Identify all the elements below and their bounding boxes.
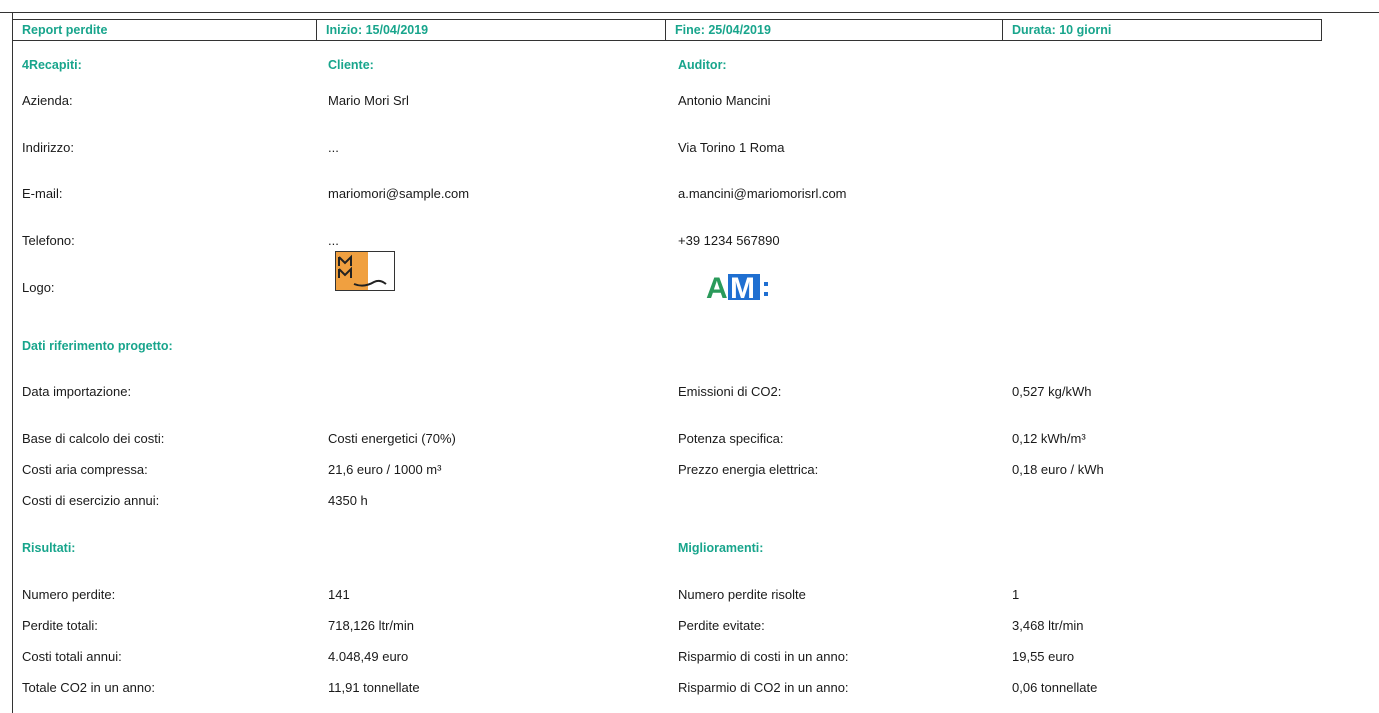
- improvements-label: Perdite evitate:: [678, 618, 765, 633]
- results-value: 141: [328, 587, 350, 602]
- results-label: Costi totali annui:: [22, 649, 122, 664]
- contact-label: Azienda:: [22, 93, 73, 108]
- project-value: 21,6 euro / 1000 m³: [328, 462, 442, 477]
- project-heading-row: Dati riferimento progetto:: [0, 337, 1379, 355]
- client-email: mariomori@sample.com: [328, 186, 470, 201]
- contact-row-email: E-mail: mariomori@sample.com a.mancini@m…: [0, 185, 1379, 203]
- project-label: Prezzo energia elettrica:: [678, 462, 819, 477]
- duration: Durata: 10 giorni: [1012, 23, 1112, 37]
- improvements-heading: Miglioramenti:: [678, 541, 764, 555]
- project-label: Data importazione:: [22, 384, 132, 399]
- results-row: Costi totali annui: 4.048,49 euro Rispar…: [0, 648, 1379, 666]
- contact-row-phone: Telefono: ... +39 1234 567890: [0, 232, 1379, 250]
- project-label: Base di calcolo dei costi:: [22, 431, 165, 446]
- project-row: Costi aria compressa: 21,6 euro / 1000 m…: [0, 461, 1379, 479]
- auditor-logo: A M: [706, 270, 786, 305]
- results-value: 11,91 tonnellate: [328, 680, 420, 695]
- project-value: 4350 h: [328, 493, 368, 508]
- auditor-phone: +39 1234 567890: [678, 233, 780, 248]
- start-date: Inizio: 15/04/2019: [317, 20, 666, 40]
- auditor-logo-graphic: A M: [706, 272, 768, 305]
- project-heading: Dati riferimento progetto:: [22, 339, 173, 353]
- contact-label: E-mail:: [22, 186, 63, 201]
- svg-text:A: A: [706, 272, 728, 304]
- contact-row-address: Indirizzo: ... Via Torino 1 Roma: [0, 139, 1379, 157]
- project-label: Potenza specifica:: [678, 431, 784, 446]
- project-value: Costi energetici (70%): [328, 431, 456, 446]
- improvements-value: 3,468 ltr/min: [1012, 618, 1084, 633]
- contacts-heading-row: 4Recapiti: Cliente: Auditor:: [0, 56, 1379, 74]
- project-value: 0,12 kWh/m³: [1012, 431, 1086, 446]
- project-label: Costi aria compressa:: [22, 462, 148, 477]
- svg-text:M: M: [730, 272, 755, 304]
- results-label: Totale CO2 in un anno:: [22, 680, 155, 695]
- report-frame-left: [12, 12, 13, 713]
- client-heading: Cliente:: [328, 58, 374, 72]
- contact-label: Indirizzo:: [22, 140, 75, 155]
- results-row: Numero perdite: 141 Numero perdite risol…: [0, 586, 1379, 604]
- improvements-value: 1: [1012, 587, 1020, 602]
- client-company: Mario Mori Srl: [328, 93, 409, 108]
- contact-label: Telefono:: [22, 233, 75, 248]
- report-frame-top: [0, 12, 1379, 13]
- auditor-address: Via Torino 1 Roma: [678, 140, 785, 155]
- project-label: Emissioni di CO2:: [678, 384, 782, 399]
- results-label: Perdite totali:: [22, 618, 98, 633]
- improvements-label: Risparmio di CO2 in un anno:: [678, 680, 849, 695]
- contact-row-company: Azienda: Mario Mori Srl Antonio Mancini: [0, 92, 1379, 110]
- contacts-heading: 4Recapiti:: [22, 58, 82, 72]
- improvements-label: Numero perdite risolte: [678, 587, 806, 602]
- results-heading: Risultati:: [22, 541, 76, 555]
- improvements-value: 19,55 euro: [1012, 649, 1075, 664]
- project-value: 0,527 kg/kWh: [1012, 384, 1092, 399]
- contact-row-logo: Logo:: [0, 279, 1379, 297]
- results-row: Totale CO2 in un anno: 11,91 tonnellate …: [0, 679, 1379, 697]
- client-logo-graphic: [336, 252, 387, 290]
- project-row: Costi di esercizio annui: 4350 h: [0, 492, 1379, 510]
- improvements-value: 0,06 tonnellate: [1012, 680, 1098, 695]
- report-header: Report perdite Inizio: 15/04/2019 Fine: …: [12, 19, 1322, 41]
- client-logo: [335, 251, 395, 291]
- auditor-heading: Auditor:: [678, 58, 727, 72]
- results-label: Numero perdite:: [22, 587, 116, 602]
- results-row: Perdite totali: 718,126 ltr/min Perdite …: [0, 617, 1379, 635]
- results-heading-row: Risultati: Miglioramenti:: [0, 539, 1379, 557]
- auditor-name: Antonio Mancini: [678, 93, 771, 108]
- results-value: 718,126 ltr/min: [328, 618, 414, 633]
- project-row: Base di calcolo dei costi: Costi energet…: [0, 430, 1379, 448]
- results-value: 4.048,49 euro: [328, 649, 409, 664]
- client-address: ...: [328, 140, 339, 155]
- project-row: Data importazione: Emissioni di CO2: 0,5…: [0, 383, 1379, 401]
- project-label: Costi di esercizio annui:: [22, 493, 160, 508]
- improvements-label: Risparmio di costi in un anno:: [678, 649, 849, 664]
- logo-label: Logo:: [22, 280, 55, 295]
- project-value: 0,18 euro / kWh: [1012, 462, 1104, 477]
- auditor-email: a.mancini@mariomorisrl.com: [678, 186, 847, 201]
- client-phone: ...: [328, 233, 339, 248]
- report-title: Report perdite: [13, 20, 317, 40]
- end-date: Fine: 25/04/2019: [666, 20, 1003, 40]
